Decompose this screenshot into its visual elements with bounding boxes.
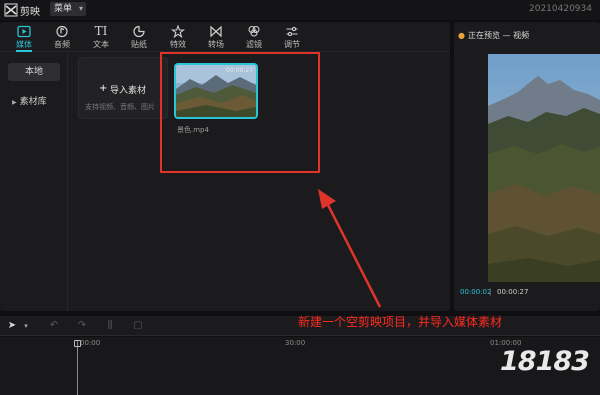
preview-frame-image	[488, 54, 600, 282]
preview-title-text: 正在预览 — 视频	[467, 31, 530, 40]
import-media-button[interactable]: + 导入素材 支持视频、音频、图片	[78, 57, 168, 119]
plus-icon: +	[99, 83, 108, 94]
annotation-text: 新建一个空剪映项目，并导入媒体素材	[298, 315, 503, 329]
tab-adjust[interactable]: 调节	[274, 22, 310, 52]
project-id: 20210420934	[529, 4, 592, 14]
status-dot-icon: ●	[458, 31, 465, 40]
transition-icon	[210, 25, 222, 38]
menu-button[interactable]: 菜单 ▾	[50, 2, 86, 16]
tab-transition-label: 转场	[208, 40, 224, 49]
current-time: 00:00:02	[460, 288, 492, 296]
tab-filter[interactable]: 滤镜	[236, 22, 272, 52]
chevron-down-icon: ▾	[78, 4, 83, 13]
watermark-logo: 18183	[492, 342, 592, 382]
menu-label: 菜单	[54, 4, 73, 14]
effects-icon	[171, 25, 185, 38]
tab-text[interactable]: TI 文本	[83, 22, 119, 52]
media-sidebar: 本地 ▶ 素材库	[0, 53, 68, 311]
import-label: 导入素材	[110, 86, 147, 96]
tab-adjust-label: 调节	[284, 40, 300, 49]
sidebar-item-library[interactable]: ▶ 素材库	[8, 93, 60, 111]
title-bar: 剪映 菜单 ▾ 20210420934	[0, 0, 600, 20]
playhead[interactable]	[77, 340, 78, 395]
total-time: 00:00:27	[497, 288, 529, 296]
tab-media[interactable]: 媒体	[6, 22, 42, 52]
preview-title: ● 正在预览 — 视频	[458, 30, 529, 41]
tab-filter-label: 滤镜	[246, 40, 262, 49]
undo-icon[interactable]: ↶	[48, 320, 60, 332]
tick-label: 00:00	[80, 339, 101, 347]
delete-icon[interactable]: ▢	[132, 320, 144, 332]
app-logo-icon	[4, 3, 18, 17]
split-icon[interactable]: ⫼	[104, 320, 116, 332]
time-separator: |	[489, 288, 492, 296]
app-name: 剪映	[20, 7, 40, 18]
sticker-icon	[133, 25, 145, 38]
playhead-handle[interactable]	[74, 340, 81, 347]
tab-transition[interactable]: 转场	[198, 22, 234, 52]
annotation-arrow	[318, 189, 382, 308]
tab-text-label: 文本	[93, 40, 109, 49]
sidebar-item-local[interactable]: 本地	[8, 63, 60, 81]
audio-icon	[56, 25, 68, 38]
media-icon	[17, 25, 31, 38]
tab-media-label: 媒体	[16, 40, 32, 49]
tab-sticker[interactable]: 贴纸	[121, 22, 157, 52]
preview-video[interactable]	[488, 54, 600, 282]
tab-sticker-label: 贴纸	[131, 40, 147, 49]
tick-label: 30:00	[285, 339, 306, 347]
caret-right-icon: ▶	[12, 99, 17, 106]
sidebar-item-label: 本地	[24, 67, 43, 77]
watermark-text: 18183	[500, 346, 590, 377]
tab-audio[interactable]: 音频	[44, 22, 80, 52]
tab-effects-label: 特效	[170, 40, 186, 49]
media-toolbar: 媒体 音频 TI 文本 贴纸 特效 转场 滤镜 调节	[0, 22, 450, 52]
highlight-box	[160, 52, 320, 173]
import-hint: 支持视频、音频、图片	[85, 103, 155, 111]
redo-icon[interactable]: ↷	[76, 320, 88, 332]
select-cursor-icon[interactable]: ➤	[6, 320, 18, 332]
tab-effects[interactable]: 特效	[160, 22, 196, 52]
sidebar-item-label: 素材库	[19, 97, 47, 107]
adjust-icon	[286, 26, 298, 37]
text-icon: TI	[94, 24, 108, 38]
chevron-down-icon[interactable]: ▾	[20, 320, 32, 332]
preview-panel: ● 正在预览 — 视频 00:00:02 | 00:00:27	[454, 22, 600, 311]
filter-icon	[248, 25, 260, 37]
tab-audio-label: 音频	[54, 40, 70, 49]
